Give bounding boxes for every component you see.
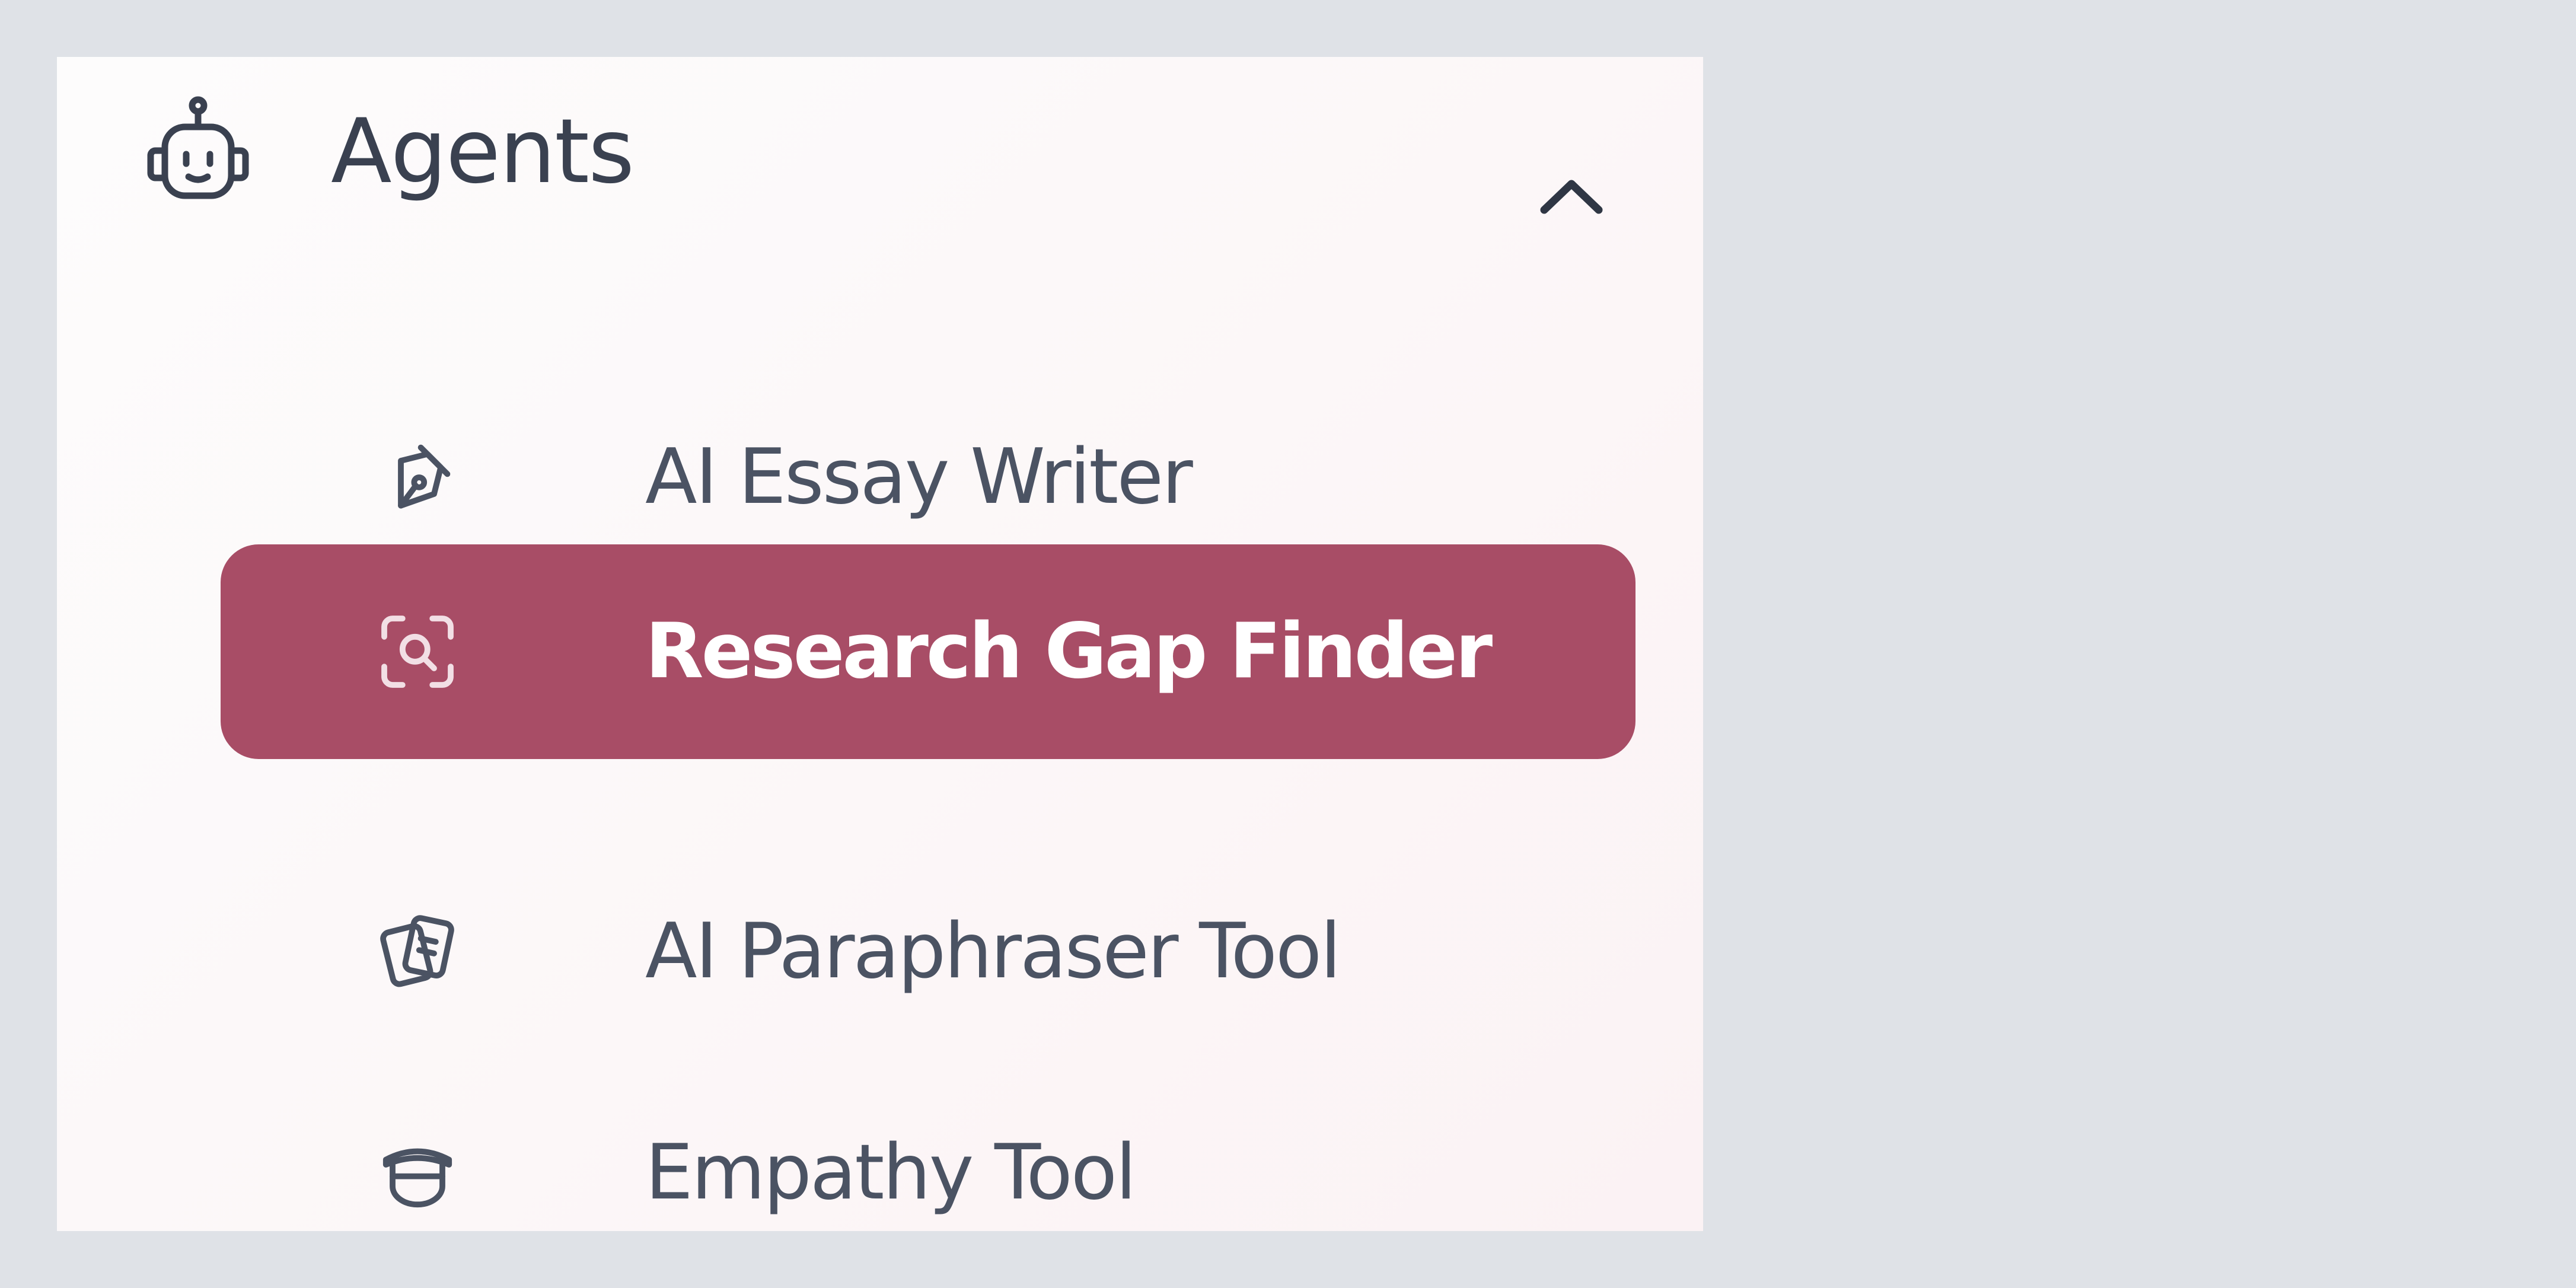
pen-nib-icon <box>376 436 459 519</box>
agents-section-header[interactable]: Agents <box>57 57 1703 259</box>
agents-section-title: Agents <box>331 100 635 203</box>
scan-search-icon <box>376 610 459 693</box>
menu-item-research-gap-finder[interactable]: Research Gap Finder <box>221 544 1635 759</box>
graduation-cap-icon <box>376 1131 459 1214</box>
menu-item-label: AI Paraphraser Tool <box>645 907 1341 996</box>
cards-icon <box>376 910 459 993</box>
menu-item-label: Research Gap Finder <box>645 607 1493 696</box>
robot-icon <box>139 95 257 213</box>
chevron-up-icon[interactable] <box>1530 167 1613 227</box>
menu-item-label: AI Essay Writer <box>645 433 1193 521</box>
agents-sidebar-panel: Agents AI Essay Writer Research Gap Find… <box>57 57 1703 1231</box>
menu-item-ai-paraphraser-tool[interactable]: AI Paraphraser Tool <box>221 844 1635 1059</box>
menu-item-empathy-tool[interactable]: Empathy Tool <box>221 1080 1635 1231</box>
menu-item-label: Empathy Tool <box>645 1128 1137 1217</box>
